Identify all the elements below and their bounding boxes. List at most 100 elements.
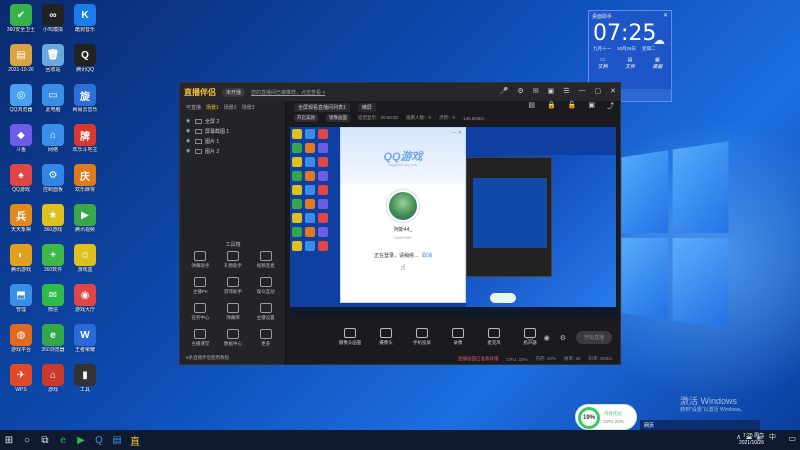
- toolbox-item[interactable]: 更多: [249, 329, 282, 347]
- taskbar-item[interactable]: e: [54, 430, 72, 450]
- desktop-icon[interactable]: 兵天天象棋: [4, 204, 38, 233]
- desktop-icon[interactable]: ▭ 此电脑: [36, 84, 70, 113]
- desktop-icon[interactable]: ✉ 微信: [36, 284, 70, 313]
- desktop-icon[interactable]: ◆ 斗鱼: [4, 124, 38, 153]
- start-live-button[interactable]: 开始直播: [575, 331, 612, 344]
- toolbox-item[interactable]: 数据中心: [217, 329, 250, 347]
- live-status-pill[interactable]: 未开播: [222, 87, 246, 97]
- tab-live[interactable]: 可直播: [186, 104, 201, 111]
- widget-shortcut-docs[interactable]: ▭ 文档: [598, 57, 608, 70]
- settings-icon[interactable]: ⚙: [517, 87, 523, 95]
- desktop-icon[interactable]: ◉ 游戏大厅: [68, 284, 102, 313]
- toolbox-item[interactable]: 观众互动: [249, 277, 282, 295]
- eye-icon[interactable]: ◉: [544, 334, 550, 342]
- toolbox-item[interactable]: 视频连麦: [249, 251, 282, 269]
- layout-icon[interactable]: ▣: [588, 101, 595, 111]
- widget-shortcut-desktop[interactable]: ▦ 桌面: [652, 57, 662, 70]
- desktop-icon[interactable]: ☺ 游戏盒: [68, 244, 102, 273]
- mic-icon[interactable]: 🎤: [500, 87, 509, 95]
- close-icon[interactable]: — ✕: [451, 130, 462, 136]
- desktop-icon[interactable]: Q 腾讯QQ: [68, 44, 102, 73]
- toolbox-item[interactable]: 弹幕库: [217, 303, 250, 321]
- desktop-icon[interactable]: 牌欢乐斗地主: [68, 124, 102, 153]
- desktop-icon[interactable]: ◎ QQ浏览器: [4, 84, 38, 113]
- tab-scene-3[interactable]: 场景3: [242, 104, 255, 111]
- close-icon[interactable]: ✕: [663, 12, 668, 19]
- toolbox-item[interactable]: 礼物助手: [217, 251, 250, 269]
- toolbox-item[interactable]: 主播设置: [249, 303, 282, 321]
- menu-icon[interactable]: ☰: [563, 87, 569, 95]
- bottom-tool[interactable]: 摄像头: [374, 328, 398, 346]
- taskbar-clock[interactable]: 7:25 周二 2021/10/26: [739, 433, 764, 447]
- desktop-icon[interactable]: ▤ 2021-10-26: [4, 44, 38, 73]
- desktop-icon[interactable]: ◍ 游戏平台: [4, 324, 38, 353]
- minimize-button[interactable]: —: [579, 87, 586, 95]
- toolbox-item[interactable]: 主播课堂: [184, 329, 217, 347]
- desktop-icon[interactable]: ⌂ 游戏: [36, 364, 70, 393]
- taskbar-item[interactable]: ○: [18, 430, 36, 450]
- desktop-icon[interactable]: W 王者荣耀: [68, 324, 102, 353]
- widget-shortcut-files[interactable]: ▤ 文件: [625, 57, 635, 70]
- tab-landscape[interactable]: 横屏: [357, 102, 376, 112]
- desktop-icon[interactable]: ⬒ 管理: [4, 284, 38, 313]
- mirror-toggle[interactable]: 镜像画面: [326, 114, 350, 122]
- toolbox-item[interactable]: 任务中心: [184, 303, 217, 321]
- beauty-toggle[interactable]: 开启美颜: [294, 114, 318, 122]
- desktop-icon[interactable]: +360软件: [36, 244, 70, 273]
- message-icon[interactable]: ✉: [533, 87, 539, 95]
- taskbar-item[interactable]: ⊞: [0, 430, 18, 450]
- lock-icon[interactable]: 🔒: [547, 101, 556, 111]
- desktop-icon[interactable]: ∞ 小鸡模拟: [36, 4, 70, 33]
- toolbox-item[interactable]: 弹幕助手: [184, 251, 217, 269]
- desktop-icon[interactable]: K 酷狗音乐: [68, 4, 102, 33]
- desktop-icon[interactable]: ▮ 工具: [68, 364, 102, 393]
- tab-scene-2[interactable]: 场景2: [224, 104, 237, 111]
- source-item[interactable]: ◉ 全屏 2: [186, 116, 279, 126]
- recommend-link[interactable]: 您的直播间已被推荐，点击查看 >: [251, 89, 325, 96]
- eye-icon[interactable]: ◉: [186, 128, 192, 134]
- taskbar-item[interactable]: 直: [126, 430, 144, 450]
- desktop-icon[interactable]: ⌂ 网络: [36, 124, 70, 153]
- desktop-icon[interactable]: 旋网易云音乐: [68, 84, 102, 113]
- bottom-tool[interactable]: 录像: [446, 328, 470, 346]
- taskbar-item[interactable]: ▶: [72, 430, 90, 450]
- cancel-login-link[interactable]: 取消: [422, 253, 432, 259]
- tab-room-list[interactable]: 全屏观看直播间列表1: [294, 102, 350, 112]
- desktop-icon[interactable]: 🗑 回收站: [36, 44, 70, 73]
- desktop-icon[interactable]: ⚙ 控制面板: [36, 164, 70, 193]
- tutorial-link[interactable]: 5条直播伴侣使用教程: [186, 355, 229, 361]
- desktop-icon[interactable]: ♠ QQ游戏: [4, 164, 38, 193]
- bottom-tool[interactable]: 麦克风: [482, 328, 506, 346]
- desktop-icon[interactable]: ▶ 腾讯视频: [68, 204, 102, 233]
- settings-icon[interactable]: ⚙: [560, 334, 566, 342]
- share-icon[interactable]: ⤴: [607, 101, 614, 111]
- tray-popup[interactable]: 网页: [640, 420, 760, 430]
- toolbox-item[interactable]: 主播PK: [184, 277, 217, 295]
- live-preview[interactable]: — ✕ QQ游戏 qqgame.qq.com 阿斯44_ 31897087 正在…: [290, 127, 616, 317]
- eye-icon[interactable]: ◉: [186, 148, 192, 154]
- source-item[interactable]: ◉ 屏幕截图 1: [186, 126, 279, 136]
- source-item[interactable]: ◉ 图片 2: [186, 146, 279, 156]
- desktop-icon[interactable]: ★ 360游戏: [36, 204, 70, 233]
- bottom-tool[interactable]: 摄像头画面: [338, 328, 362, 346]
- bottom-tool[interactable]: 手机投屏: [410, 328, 434, 346]
- maximize-button[interactable]: ▢: [595, 87, 602, 95]
- desktop-icon[interactable]: ✈ WPS: [4, 364, 38, 393]
- source-item[interactable]: ◉ 图片 1: [186, 136, 279, 146]
- lock-alt-icon[interactable]: 🔓: [568, 101, 577, 111]
- notification-icon[interactable]: ▭: [788, 434, 796, 443]
- taskbar-item[interactable]: ⧉: [36, 430, 54, 450]
- clip-icon[interactable]: ▤: [528, 101, 535, 111]
- close-button[interactable]: ✕: [610, 87, 616, 95]
- eye-icon[interactable]: ◉: [186, 138, 192, 144]
- desktop-icon[interactable]: e 360浏览器: [36, 324, 70, 353]
- input-method-icon[interactable]: 中: [769, 432, 776, 442]
- performance-widget[interactable]: 19% 内存优化 CPU 22%: [575, 404, 637, 430]
- screen-icon[interactable]: ▣: [548, 87, 555, 95]
- desktop-icon[interactable]: ◐ 腾讯游戏: [4, 244, 38, 273]
- taskbar-item[interactable]: Q: [90, 430, 108, 450]
- desktop-icon[interactable]: ✔ 360安全卫士: [4, 4, 38, 33]
- eye-icon[interactable]: ◉: [186, 118, 192, 124]
- taskbar-item[interactable]: ▤: [108, 430, 126, 450]
- tab-scene-1[interactable]: 场景1: [206, 104, 219, 111]
